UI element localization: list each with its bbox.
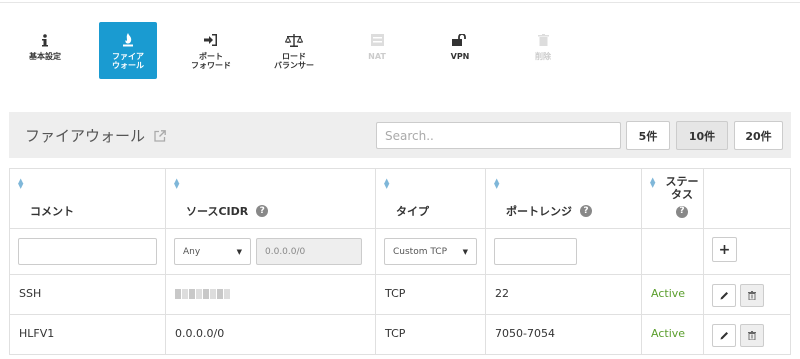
- column-comment[interactable]: ▲ ▼ コメント: [9, 169, 165, 228]
- source-cidr-input[interactable]: 0.0.0.0/0: [256, 238, 362, 265]
- type-select[interactable]: Custom TCP ▼: [384, 238, 477, 265]
- fire-icon: [122, 32, 134, 48]
- input-placeholder: 0.0.0.0/0: [265, 246, 306, 257]
- sort-icon[interactable]: ▲ ▼: [18, 178, 23, 190]
- page-size-10-button[interactable]: 10件: [676, 121, 728, 150]
- tool-firewall[interactable]: ファイア ウォール: [99, 22, 157, 79]
- page-size-20-button[interactable]: 20件: [734, 121, 783, 150]
- sort-icon[interactable]: ▲ ▼: [174, 178, 179, 190]
- page-size-5-button[interactable]: 5件: [626, 121, 670, 150]
- unlock-icon: [452, 32, 468, 48]
- port-range-cell: 7050-7054: [495, 327, 555, 340]
- column-label: コメント: [30, 205, 74, 218]
- tool-basic-settings[interactable]: 基本設定: [16, 22, 74, 79]
- column-label: ポートレンジ: [506, 205, 572, 218]
- caret-down-icon: ▼: [462, 247, 468, 256]
- info-icon: [41, 32, 49, 48]
- column-label: タス: [671, 188, 693, 201]
- tool-load-balancer[interactable]: ロード バランサー: [265, 22, 323, 79]
- edit-button[interactable]: [712, 324, 736, 347]
- pencil-icon: [720, 292, 728, 300]
- tool-label: 削除: [535, 52, 551, 61]
- pencil-icon: [720, 332, 728, 340]
- comment-cell: SSH: [19, 287, 42, 300]
- table-row: HLFV1 0.0.0.0/0 TCP 7050-7054 Active: [9, 315, 791, 355]
- type-cell: TCP: [385, 287, 406, 300]
- sign-in-icon: [204, 32, 218, 48]
- toolbar: 基本設定 ファイア ウォール ポート フォワード ロード バランサー NAT V…: [16, 22, 597, 80]
- status-cell: Active: [651, 327, 686, 340]
- column-label: タイプ: [396, 205, 429, 218]
- redacted-source-cidr: [175, 289, 230, 299]
- delete-button[interactable]: [740, 324, 764, 347]
- tool-label: 基本設定: [29, 52, 61, 61]
- delete-button[interactable]: [740, 284, 764, 307]
- column-status[interactable]: ▲ ▼ ステー タス ?: [641, 169, 703, 228]
- trash-icon: [537, 32, 549, 48]
- status-cell: Active: [651, 287, 686, 300]
- tool-vpn[interactable]: VPN: [431, 22, 489, 79]
- tool-label: VPN: [450, 52, 470, 61]
- table-row: SSH TCP 22 Active: [9, 275, 791, 315]
- caret-down-icon: ▼: [236, 247, 242, 256]
- column-label: ステー: [665, 175, 699, 188]
- trash-icon: [748, 291, 756, 300]
- tool-label: ロード バランサー: [274, 52, 314, 70]
- tool-nat[interactable]: NAT: [348, 22, 406, 79]
- port-range-filter-input[interactable]: [494, 238, 577, 265]
- add-rule-button[interactable]: +: [712, 237, 737, 262]
- source-select[interactable]: Any ▼: [174, 238, 251, 265]
- firewall-table: ▲ ▼ コメント ▲ ▼ ソースCIDR? ▲ ▼ タイプ ▲ ▼ ポートレンジ? ▲ ▼…: [9, 168, 791, 355]
- type-cell: TCP: [385, 327, 406, 340]
- page-title: ファイアウォール: [25, 127, 146, 145]
- sort-icon[interactable]: ▲ ▼: [384, 178, 389, 190]
- port-range-cell: 22: [495, 287, 509, 300]
- source-cidr-cell: 0.0.0.0/0: [175, 327, 225, 340]
- filter-row: Any ▼ 0.0.0.0/0 Custom TCP ▼ +: [9, 229, 791, 275]
- top-divider: [0, 2, 800, 3]
- select-value: Custom TCP: [393, 246, 448, 257]
- tool-label: ファイア ウォール: [112, 52, 144, 70]
- tool-label: NAT: [368, 52, 386, 61]
- comment-cell: HLFV1: [19, 327, 55, 340]
- help-icon[interactable]: ?: [676, 205, 688, 218]
- balance-scale-icon: [285, 32, 303, 48]
- trash-icon: [748, 331, 756, 340]
- comment-filter-input[interactable]: [18, 238, 157, 265]
- table-header-row: ▲ ▼ コメント ▲ ▼ ソースCIDR? ▲ ▼ タイプ ▲ ▼ ポートレンジ? ▲ ▼…: [9, 169, 791, 229]
- column-type[interactable]: ▲ ▼ タイプ: [375, 169, 485, 228]
- column-port-range[interactable]: ▲ ▼ ポートレンジ?: [485, 169, 641, 228]
- nat-icon: [370, 32, 384, 48]
- sort-icon[interactable]: ▲ ▼: [650, 177, 655, 189]
- edit-button[interactable]: [712, 284, 736, 307]
- column-source-cidr[interactable]: ▲ ▼ ソースCIDR?: [165, 169, 375, 228]
- help-icon[interactable]: ?: [580, 205, 592, 217]
- external-link-icon[interactable]: [154, 127, 166, 146]
- sort-icon[interactable]: ▲ ▼: [494, 178, 499, 190]
- tool-label: ポート フォワード: [191, 52, 231, 70]
- search-input[interactable]: [376, 122, 621, 149]
- column-label: ソースCIDR: [186, 205, 249, 218]
- select-value: Any: [183, 246, 201, 257]
- tool-port-forward[interactable]: ポート フォワード: [182, 22, 240, 79]
- tool-delete[interactable]: 削除: [514, 22, 572, 79]
- column-actions: [703, 169, 791, 228]
- help-icon[interactable]: ?: [256, 205, 269, 217]
